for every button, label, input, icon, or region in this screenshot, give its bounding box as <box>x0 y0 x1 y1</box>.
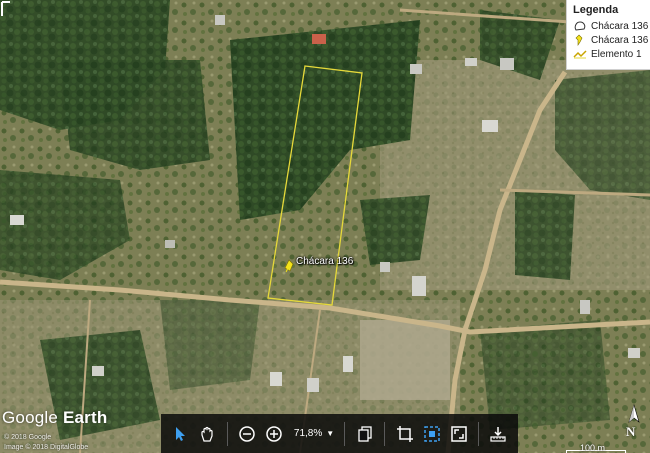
fit-icon <box>423 425 440 442</box>
logo-word-google: Google <box>2 408 59 427</box>
scale-label: 100 m <box>580 443 606 453</box>
crop-button[interactable] <box>393 422 416 446</box>
logo-word-earth: Earth <box>62 408 108 427</box>
corner-marker-icon <box>1 1 10 16</box>
toolbar-separator <box>478 421 479 446</box>
zoom-in-icon <box>266 425 283 442</box>
legend-item-label: Elemento 1 <box>591 48 642 60</box>
fullscreen-icon <box>450 425 467 442</box>
toolbar-separator <box>344 421 346 446</box>
pan-tool-button[interactable] <box>196 422 219 446</box>
polygon-outline-icon <box>574 21 586 31</box>
ruler-button[interactable] <box>487 422 510 446</box>
legend-title: Legenda <box>573 4 619 16</box>
legend-item: Chácara 136 <box>573 19 649 33</box>
legend-item: Elemento 1 <box>573 47 646 61</box>
fullscreen-button[interactable] <box>447 422 470 446</box>
yellow-pin-icon <box>575 34 583 46</box>
zoom-level: 71,8% <box>293 428 323 439</box>
legend-item-label: Chácara 136 <box>591 34 649 46</box>
legend-item: Chácara 136 <box>573 33 649 47</box>
fit-view-button[interactable] <box>420 422 443 446</box>
north-label: N <box>626 424 636 439</box>
legend-item-label: Chácara 136 <box>591 20 649 32</box>
pan-hand-icon <box>201 426 214 442</box>
satellite-map[interactable] <box>0 0 650 453</box>
toolbar-separator <box>384 421 386 446</box>
zoom-out-icon <box>239 425 256 442</box>
zoom-dropdown-caret[interactable]: ▼ <box>326 429 334 438</box>
viewer-toolbar: 71,8% ▼ <box>161 414 518 453</box>
zoom-out-button[interactable] <box>236 422 259 446</box>
copyright-line: © 2018 Google <box>4 434 52 441</box>
ruler-icon <box>490 426 507 442</box>
select-arrow-icon <box>176 426 186 441</box>
copy-icon <box>357 425 372 442</box>
select-tool-button[interactable] <box>169 422 192 446</box>
legend-panel: Legenda Chácara 136 Chácara 136 Elemento… <box>566 0 650 70</box>
imagery-credit: Image © 2018 DigitalGlobe <box>4 444 89 451</box>
zoom-in-button[interactable] <box>263 422 286 446</box>
toolbar-separator <box>226 421 228 446</box>
google-earth-logo: Google Earth <box>2 408 107 428</box>
copy-button[interactable] <box>353 422 376 446</box>
crop-icon <box>396 425 413 442</box>
path-line-icon <box>573 50 587 59</box>
placemark-label: Chácara 136 <box>296 256 354 267</box>
